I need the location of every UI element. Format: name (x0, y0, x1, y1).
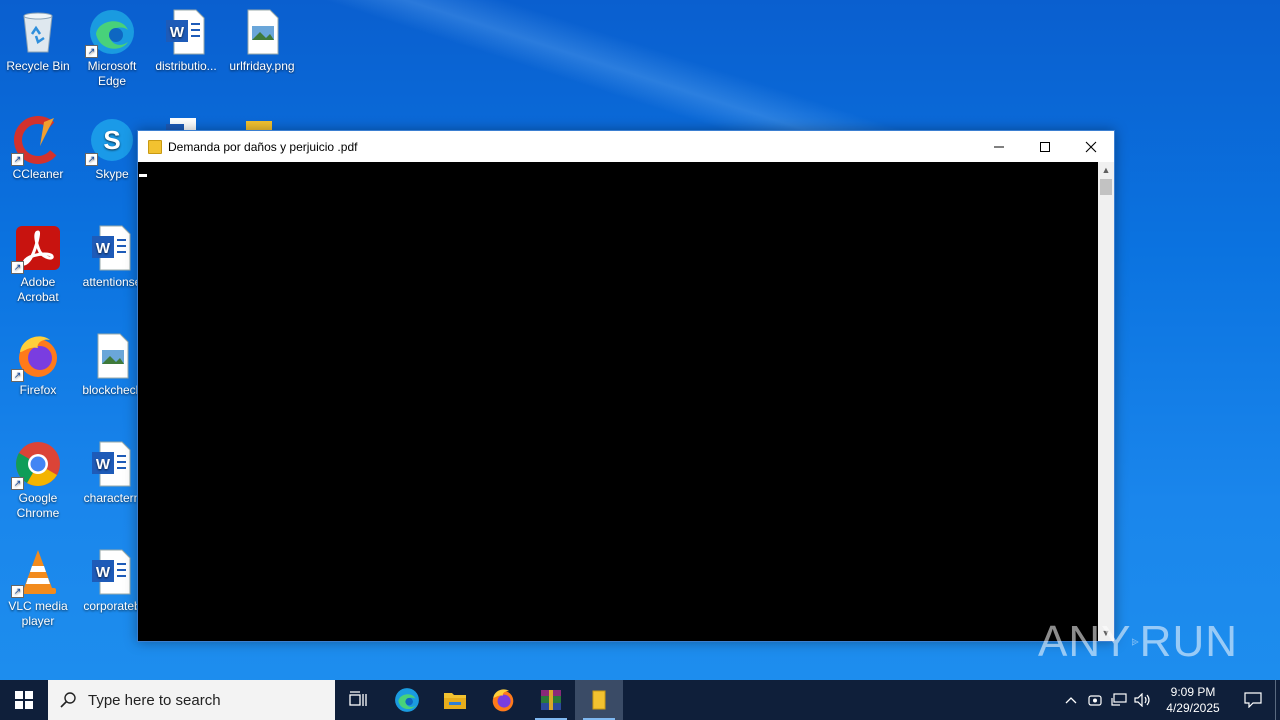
desktop-icon-ccleaner[interactable]: ↗ CCleaner (0, 116, 76, 182)
close-icon (1085, 141, 1097, 152)
edge-icon: ↗ (85, 8, 136, 58)
word-doc-icon: W (88, 548, 136, 596)
recycle-bin-icon (14, 8, 62, 56)
folder-icon (592, 690, 606, 710)
task-view-button[interactable] (335, 680, 383, 720)
svg-text:S: S (103, 125, 120, 155)
speaker-icon (1134, 693, 1150, 707)
taskbar-winrar-button[interactable] (527, 680, 575, 720)
svg-text:W: W (96, 240, 111, 257)
shortcut-arrow-icon: ↗ (11, 477, 24, 490)
search-icon (60, 692, 76, 708)
taskbar-active-window-button[interactable] (575, 680, 623, 720)
shortcut-arrow-icon: ↗ (11, 153, 24, 166)
taskbar: Type here to search 9:09 PM 4/29/2025 (0, 680, 1280, 720)
hidden-folder-icon (244, 118, 274, 130)
window-title: Demanda por daños y perjuicio .pdf (168, 139, 358, 154)
desktop-icon-vlc[interactable]: ↗ VLC media player (0, 548, 76, 629)
clock-date: 4/29/2025 (1166, 701, 1220, 715)
show-hidden-icons-button[interactable] (1059, 680, 1083, 720)
network-icon (1111, 693, 1127, 706)
tray-app-icon (1088, 695, 1102, 706)
taskbar-clock[interactable]: 9:09 PM 4/29/2025 (1155, 684, 1231, 716)
desktop-icon-firefox[interactable]: ↗ Firefox (0, 332, 76, 398)
edge-icon (395, 688, 419, 712)
ccleaner-icon: ↗ (11, 116, 62, 166)
file-explorer-icon (444, 693, 466, 709)
action-center-button[interactable] (1231, 680, 1275, 720)
system-tray: 9:09 PM 4/29/2025 (1059, 680, 1280, 720)
console-output[interactable] (138, 162, 1098, 641)
image-file-icon (238, 8, 286, 56)
taskbar-file-explorer-button[interactable] (431, 680, 479, 720)
shortcut-arrow-icon: ↗ (11, 369, 24, 382)
shortcut-arrow-icon: ↗ (11, 261, 24, 274)
chrome-icon: ↗ (11, 440, 62, 490)
scroll-up-button[interactable]: ▲ (1098, 162, 1114, 178)
desktop-icon-recycle-bin[interactable]: Recycle Bin (0, 8, 76, 74)
hidden-desktop-icon (166, 116, 206, 130)
word-doc-icon: W (162, 8, 210, 56)
svg-text:W: W (96, 564, 111, 581)
vlc-icon: ↗ (11, 548, 62, 598)
image-file-icon (88, 332, 136, 380)
shortcut-arrow-icon: ↗ (11, 585, 24, 598)
show-desktop-button[interactable] (1275, 680, 1280, 720)
desktop-icon-adobe-acrobat[interactable]: ↗ Adobe Acrobat (0, 224, 76, 305)
minimize-button[interactable] (976, 131, 1022, 162)
console-window[interactable]: Demanda por daños y perjuicio .pdf ▲ ▼ (137, 130, 1115, 642)
shortcut-arrow-icon: ↗ (85, 153, 98, 166)
svg-text:W: W (170, 24, 185, 41)
firefox-icon (492, 689, 514, 712)
tray-app-button[interactable] (1083, 680, 1107, 720)
clock-time: 9:09 PM (1170, 685, 1216, 699)
maximize-button[interactable] (1022, 131, 1068, 162)
anyrun-watermark: ANY RUN (1038, 612, 1238, 672)
close-button[interactable] (1068, 131, 1114, 162)
desktop-icon-distribution-doc[interactable]: W distributio... (148, 8, 224, 74)
folder-icon (148, 139, 162, 154)
watermark-text-right: RUN (1139, 617, 1238, 666)
start-button[interactable] (0, 680, 48, 720)
shortcut-arrow-icon: ↗ (85, 45, 98, 58)
desktop-icon-edge[interactable]: ↗ Microsoft Edge (74, 8, 150, 89)
taskbar-search-box[interactable]: Type here to search (48, 680, 335, 720)
taskbar-firefox-button[interactable] (479, 680, 527, 720)
notification-icon (1244, 692, 1262, 708)
windows-logo-icon (15, 691, 33, 709)
acrobat-icon: ↗ (11, 224, 62, 274)
volume-button[interactable] (1131, 680, 1155, 720)
text-cursor (139, 174, 147, 177)
firefox-icon: ↗ (11, 332, 62, 382)
winrar-icon (541, 690, 561, 710)
svg-text:W: W (96, 456, 111, 473)
word-doc-icon: W (88, 440, 136, 488)
window-titlebar[interactable]: Demanda por daños y perjuicio .pdf (138, 131, 1114, 162)
watermark-text-left: ANY (1038, 617, 1132, 666)
taskbar-edge-button[interactable] (383, 680, 431, 720)
scroll-thumb[interactable] (1100, 179, 1112, 195)
chevron-up-icon: ▲ (1101, 165, 1111, 175)
task-view-icon (349, 691, 367, 706)
play-logo-icon (1132, 638, 1140, 646)
desktop-icon-urlfriday-png[interactable]: urlfriday.png (224, 8, 300, 74)
skype-icon: S ↗ (85, 116, 136, 166)
maximize-icon (1040, 141, 1050, 152)
minimize-icon (994, 146, 1004, 147)
vertical-scrollbar[interactable]: ▲ ▼ (1098, 162, 1114, 641)
desktop-icon-google-chrome[interactable]: ↗ Google Chrome (0, 440, 76, 521)
chevron-up-icon (1065, 697, 1077, 704)
search-placeholder: Type here to search (88, 691, 221, 709)
network-button[interactable] (1107, 680, 1131, 720)
word-doc-icon: W (88, 224, 136, 272)
